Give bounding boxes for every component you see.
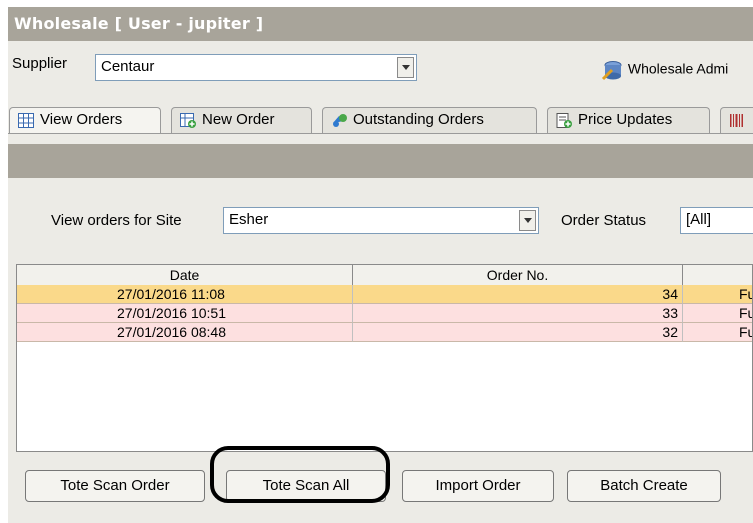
table-row[interactable]: 27/01/2016 08:48 32 Ful — [17, 323, 752, 342]
supplier-value: Centaur — [101, 58, 155, 75]
title-bar: Wholesale [ User - jupiter ] — [8, 7, 753, 41]
wholesale-window: Wholesale [ User - jupiter ] Supplier Ce… — [8, 7, 753, 523]
tab-view-orders[interactable]: View Orders — [9, 107, 161, 134]
view-orders-panel: View orders for Site Esher Order Status … — [8, 178, 753, 523]
supplier-dropdown[interactable]: Centaur — [95, 54, 417, 81]
supplier-row: Supplier Centaur Wholesale Admi — [8, 41, 753, 99]
date-cell: 27/01/2016 10:51 — [17, 304, 353, 323]
tab-bar: View Orders New Order Outstanding Orders — [8, 107, 753, 134]
tab-label: Price Updates — [578, 111, 673, 128]
outstanding-orders-icon — [331, 113, 347, 128]
status-cell: Ful — [683, 304, 752, 323]
date-cell: 27/01/2016 08:48 — [17, 323, 353, 342]
new-order-icon — [180, 113, 196, 128]
site-value: Esher — [229, 211, 269, 228]
barcode-icon — [729, 113, 745, 128]
wholesale-admin-link[interactable]: Wholesale Admi — [600, 58, 728, 82]
chevron-down-icon[interactable] — [397, 57, 414, 78]
status-cell: Ful — [683, 285, 752, 304]
tab-outstanding-orders[interactable]: Outstanding Orders — [322, 107, 537, 133]
admin-db-icon — [600, 58, 624, 82]
order-no-cell: 33 — [353, 304, 683, 323]
supplier-label: Supplier — [12, 55, 68, 72]
admin-link-label: Wholesale Admi — [627, 60, 729, 77]
status-dropdown[interactable]: [All] — [680, 207, 753, 234]
site-label: View orders for Site — [51, 212, 182, 229]
window-title: Wholesale [ User - jupiter ] — [14, 14, 264, 33]
order-no-cell: 32 — [353, 323, 683, 342]
section-banner — [8, 144, 753, 178]
orders-table[interactable]: Date Order No. 27/01/2016 11:08 34 Ful 2… — [16, 264, 753, 452]
site-dropdown[interactable]: Esher — [223, 207, 539, 234]
tab-label: New Order — [202, 111, 275, 128]
grid-icon — [18, 113, 34, 128]
status-cell: Ful — [683, 323, 752, 342]
tab-barcode[interactable] — [720, 107, 753, 133]
tab-label: Outstanding Orders — [353, 111, 484, 128]
column-header-order-no[interactable]: Order No. — [353, 265, 683, 285]
table-row[interactable]: 27/01/2016 11:08 34 Ful — [17, 285, 752, 304]
status-value: [All] — [686, 211, 712, 228]
chevron-down-icon[interactable] — [519, 210, 536, 231]
tab-label: View Orders — [40, 111, 123, 128]
batch-create-button[interactable]: Batch Create — [567, 470, 721, 502]
table-header: Date Order No. — [17, 265, 752, 286]
tote-scan-all-button[interactable]: Tote Scan All — [226, 470, 386, 502]
tab-new-order[interactable]: New Order — [171, 107, 312, 133]
tab-divider — [8, 133, 753, 134]
tote-scan-order-button[interactable]: Tote Scan Order — [25, 470, 205, 502]
table-row[interactable]: 27/01/2016 10:51 33 Ful — [17, 304, 752, 323]
tab-price-updates[interactable]: Price Updates — [547, 107, 710, 133]
date-cell: 27/01/2016 11:08 — [17, 285, 353, 304]
import-order-button[interactable]: Import Order — [402, 470, 554, 502]
status-label: Order Status — [561, 212, 647, 229]
price-updates-icon — [556, 113, 572, 128]
column-header-status[interactable] — [683, 265, 752, 285]
order-no-cell: 34 — [353, 285, 683, 304]
column-header-date[interactable]: Date — [17, 265, 353, 285]
